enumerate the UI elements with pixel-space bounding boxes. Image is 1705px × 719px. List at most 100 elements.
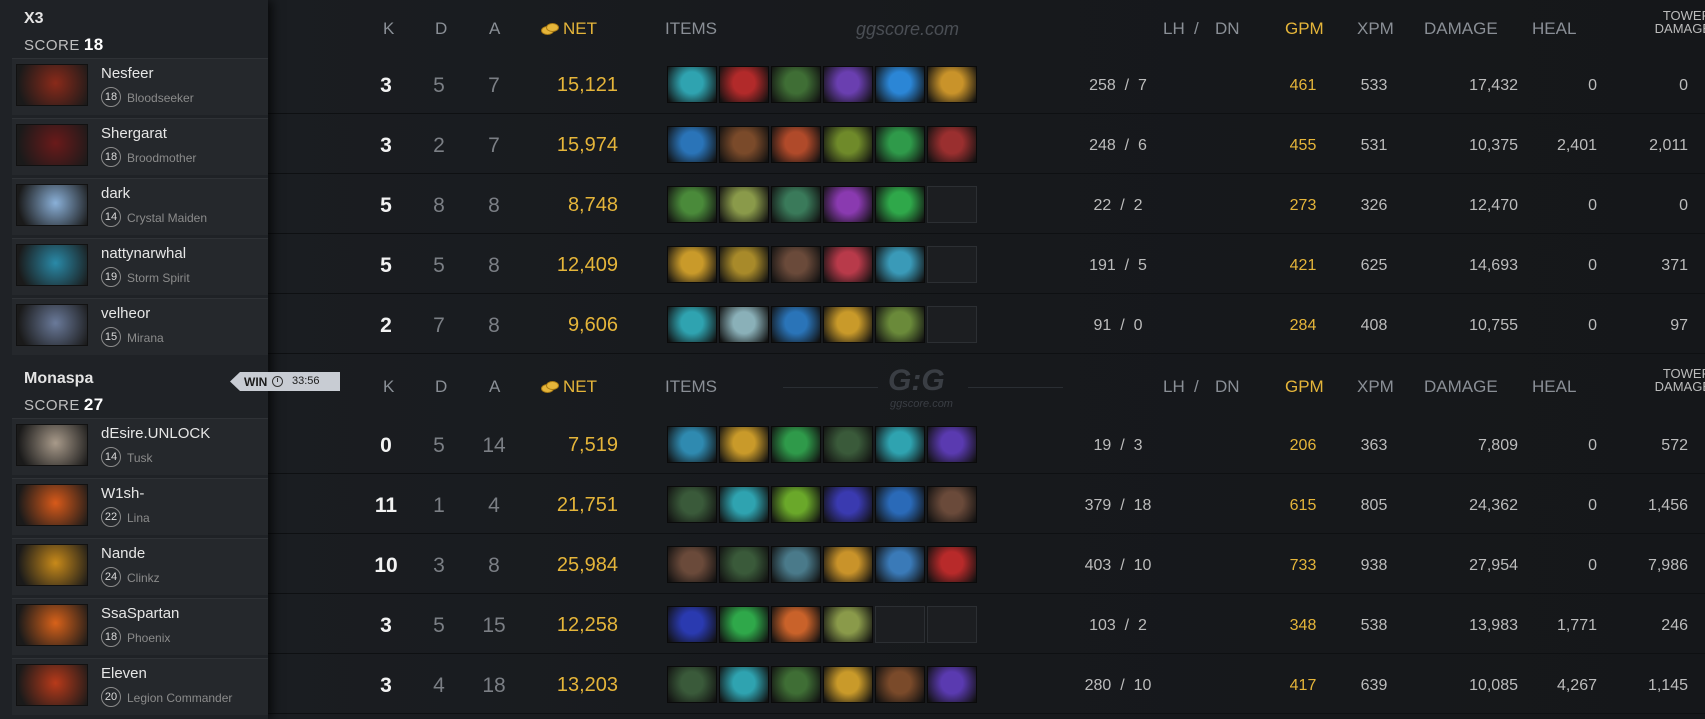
player-name[interactable]: nattynarwhal (101, 245, 186, 262)
item-icon[interactable] (927, 66, 977, 103)
item-icon[interactable] (719, 246, 769, 283)
item-icon[interactable] (823, 306, 873, 343)
player-name[interactable]: SsaSpartan (101, 605, 179, 622)
item-icon[interactable] (667, 246, 717, 283)
scoreboard: K D A NET ITEMS ggscore.com LH / DN GPM … (268, 0, 1705, 719)
item-icon[interactable] (771, 126, 821, 163)
player-card[interactable]: Nesfeer 18 Bloodseeker (12, 58, 268, 115)
item-icon[interactable] (823, 486, 873, 523)
player-name[interactable]: Eleven (101, 665, 147, 682)
hero-name: Legion Commander (127, 691, 233, 705)
item-icon[interactable] (667, 126, 717, 163)
item-icon[interactable] (875, 246, 925, 283)
player-card[interactable]: W1sh- 22 Lina (12, 478, 268, 535)
col-deaths: D (435, 19, 448, 38)
item-icon[interactable] (823, 246, 873, 283)
item-icon[interactable] (927, 486, 977, 523)
ggscore-logo: G:G (888, 364, 945, 397)
player-card[interactable]: nattynarwhal 19 Storm Spirit (12, 238, 268, 295)
item-icon[interactable] (823, 186, 873, 223)
item-icon[interactable] (719, 186, 769, 223)
player-name[interactable]: Nesfeer (101, 65, 154, 82)
gpm: 417 (1289, 677, 1317, 694)
col-xpm: XPM (1357, 377, 1394, 396)
column-header: K D A NET ITEMS G:G ggscore.com LH / DN … (268, 358, 1705, 416)
hero-level: 19 (101, 267, 121, 287)
gpm: 206 (1289, 437, 1317, 454)
player-name[interactable]: W1sh- (101, 485, 144, 502)
item-icon[interactable] (875, 486, 925, 523)
item-icon[interactable] (927, 426, 977, 463)
item-icon[interactable] (667, 546, 717, 583)
item-icon[interactable] (771, 606, 821, 643)
player-name[interactable]: Nande (101, 545, 145, 562)
xpm: 625 (1360, 257, 1388, 274)
item-icon[interactable] (771, 486, 821, 523)
item-icon[interactable] (719, 486, 769, 523)
hero-damage: 10,375 (1469, 137, 1518, 154)
item-icon[interactable] (875, 66, 925, 103)
kills: 3 (380, 74, 392, 97)
item-icon[interactable] (823, 126, 873, 163)
item-icon[interactable] (823, 606, 873, 643)
item-icon[interactable] (875, 426, 925, 463)
xpm: 538 (1360, 617, 1388, 634)
hero-level: 18 (101, 627, 121, 647)
item-icon[interactable] (823, 66, 873, 103)
player-name[interactable]: velheor (101, 305, 150, 322)
item-icon[interactable] (771, 306, 821, 343)
item-icon[interactable] (667, 306, 717, 343)
player-card[interactable]: Eleven 20 Legion Commander (12, 658, 268, 715)
player-card[interactable]: dark 14 Crystal Maiden (12, 178, 268, 235)
player-name[interactable]: dark (101, 185, 130, 202)
item-icon[interactable] (771, 246, 821, 283)
item-icon[interactable] (667, 426, 717, 463)
item-icon[interactable] (719, 606, 769, 643)
item-icon[interactable] (667, 186, 717, 223)
item-icon[interactable] (771, 66, 821, 103)
player-stats-row: 3 5 15 12,258 103 / 2 348 538 13,983 1,771 246 (268, 598, 1705, 654)
item-icon[interactable] (927, 666, 977, 703)
deaths: 8 (433, 194, 445, 217)
item-icon[interactable] (719, 546, 769, 583)
col-slash: / (1194, 19, 1199, 38)
item-icon[interactable] (667, 606, 717, 643)
item-icon[interactable] (875, 546, 925, 583)
player-stats-row: 10 3 8 25,984 403 / 10 733 938 27,954 0 7,986 (268, 538, 1705, 594)
item-icon[interactable] (667, 66, 717, 103)
item-icon[interactable] (667, 486, 717, 523)
item-icon[interactable] (875, 126, 925, 163)
item-icon[interactable] (823, 546, 873, 583)
player-name[interactable]: dEsire.UNLOCK (101, 425, 210, 442)
item-icon[interactable] (771, 426, 821, 463)
item-icon[interactable] (823, 426, 873, 463)
empty-item-slot (927, 246, 977, 283)
item-icon[interactable] (719, 666, 769, 703)
item-icon[interactable] (667, 666, 717, 703)
item-icon[interactable] (771, 666, 821, 703)
player-card[interactable]: velheor 15 Mirana (12, 298, 268, 355)
item-icon[interactable] (771, 546, 821, 583)
item-icon[interactable] (719, 126, 769, 163)
item-icon[interactable] (719, 306, 769, 343)
player-card[interactable]: Nande 24 Clinkz (12, 538, 268, 595)
divider (783, 387, 878, 388)
item-icon[interactable] (875, 186, 925, 223)
item-icon[interactable] (927, 546, 977, 583)
player-card[interactable]: dEsire.UNLOCK 14 Tusk (12, 418, 268, 475)
player-name[interactable]: Shergarat (101, 125, 167, 142)
item-icon[interactable] (927, 126, 977, 163)
win-label: WIN (244, 375, 268, 389)
hero-level: 14 (101, 447, 121, 467)
item-icon[interactable] (875, 666, 925, 703)
gold-coins-icon (541, 381, 559, 393)
player-card[interactable]: Shergarat 18 Broodmother (12, 118, 268, 175)
player-card[interactable]: SsaSpartan 18 Phoenix (12, 598, 268, 655)
item-icon[interactable] (719, 426, 769, 463)
deaths: 5 (433, 434, 445, 457)
item-icon[interactable] (771, 186, 821, 223)
item-icon[interactable] (719, 66, 769, 103)
assists: 18 (482, 674, 506, 697)
item-icon[interactable] (823, 666, 873, 703)
item-icon[interactable] (875, 306, 925, 343)
